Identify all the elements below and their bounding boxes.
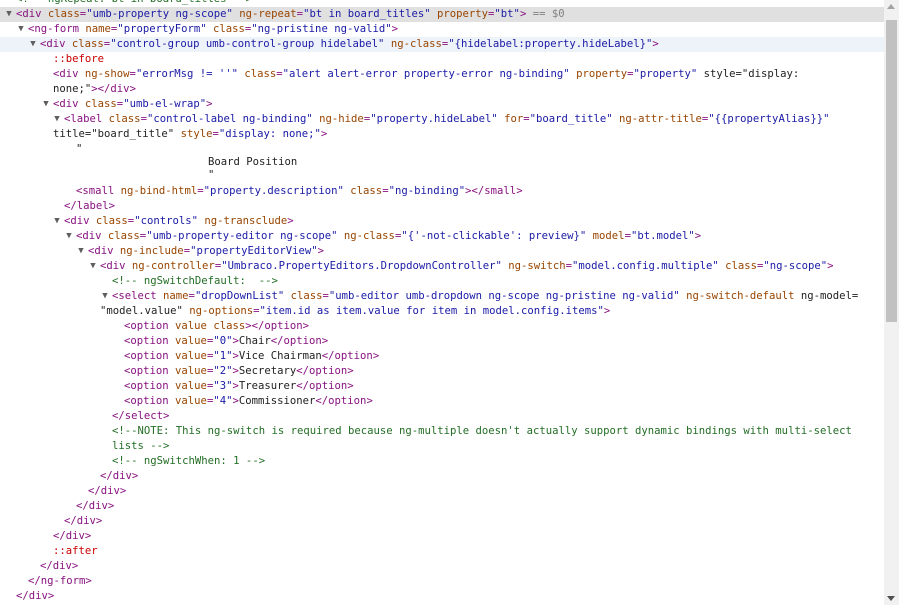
expand-triangle-icon[interactable]: ▼ [100, 289, 110, 304]
scrollbar-thumb[interactable] [886, 20, 897, 322]
dom-node-row[interactable]: <!--NOTE: This ng-switch is required bec… [0, 424, 884, 439]
dom-node-row[interactable]: <option value="4">Commissioner</option> [0, 394, 884, 409]
dom-node-text: </select> [112, 410, 170, 422]
dom-node-text: <!-- ngSwitchDefault: --> [112, 275, 278, 287]
dom-node-text: </div> [88, 485, 127, 497]
dom-node-row[interactable]: ▼ <select name="dropDownList" class="umb-… [0, 289, 884, 304]
dom-node-row[interactable]: <!-- ngSwitchWhen: 1 --> [0, 454, 884, 469]
dom-node-text: </ng-form> [28, 575, 92, 587]
dom-node-row[interactable]: ▼ <div ng-controller="Umbraco.PropertyEdi… [0, 259, 884, 274]
dom-node-row[interactable]: ▼ <div class="control-group umb-control-g… [0, 37, 884, 52]
dom-node-text: <div class="umb-property-editor ng-scope… [76, 230, 702, 242]
dom-node-row[interactable]: "model.value" ng-options="item.id as ite… [0, 304, 884, 319]
dom-node-row[interactable]: <option value="2">Secretary</option> [0, 364, 884, 379]
dom-node-row[interactable]: <option value="1">Vice Chairman</option> [0, 349, 884, 364]
dom-node-text: <div ng-controller="Umbraco.PropertyEdit… [100, 260, 834, 272]
dom-node-text: <ng-form name="propertyForm" class="ng-p… [28, 23, 398, 35]
dom-node-row[interactable]: ▼ <div class="controls" ng-transclude> [0, 214, 884, 229]
dom-node-text: </div> [100, 470, 139, 482]
dom-node-row[interactable]: ▼ <div ng-include="propertyEditorView"> [0, 244, 884, 259]
dom-node-row[interactable]: <div ng-show="errorMsg != ''" class="ale… [0, 67, 884, 82]
dom-node-row[interactable]: </div> [0, 484, 884, 499]
dom-node-text: <!-- ngSwitchWhen: 1 --> [112, 455, 266, 467]
dom-node-row[interactable]: title="board_title" style="display: none… [0, 127, 884, 142]
dom-node-row[interactable]: <!-- ngRepeat: bt in board_titles --> [0, 0, 884, 7]
dom-node-text: <!-- ngRepeat: bt in board_titles --> [16, 0, 252, 7]
dom-node-row[interactable]: ▼ <div class="umb-property ng-scope" ng-r… [0, 7, 884, 22]
dom-node-row[interactable]: </ng-form> [0, 574, 884, 589]
dom-node-text: <small ng-bind-html="property.descriptio… [76, 185, 523, 197]
dom-node-text: <div class="controls" ng-transclude> [64, 215, 294, 227]
dom-node-text: " [208, 169, 215, 181]
dom-node-text: <div class="umb-el-wrap"> [53, 98, 213, 110]
dom-node-text: <option value="3">Treasurer</option> [124, 380, 354, 392]
dom-node-text: ::after [53, 545, 98, 557]
dom-node-row[interactable]: ::after [0, 544, 884, 559]
scroll-down-arrow-icon[interactable] [887, 596, 895, 601]
expand-triangle-icon[interactable]: ▼ [4, 7, 14, 22]
dom-node-row[interactable]: <option value="3">Treasurer</option> [0, 379, 884, 394]
dom-node-text: </div> [64, 515, 103, 527]
dom-node-text: </div> [53, 530, 92, 542]
dom-node-row[interactable]: ::before [0, 52, 884, 67]
dom-node-row[interactable]: </div> [0, 499, 884, 514]
vertical-scrollbar[interactable] [884, 0, 899, 605]
dom-node-row[interactable]: </label> [0, 199, 884, 214]
dom-node-text: <option value="1">Vice Chairman</option> [124, 350, 380, 362]
expand-triangle-icon[interactable]: ▼ [16, 22, 26, 37]
scroll-up-arrow-icon[interactable] [887, 4, 895, 9]
dom-node-row[interactable]: " [0, 168, 884, 183]
dom-node-text: </div> [16, 590, 55, 602]
dom-node-row[interactable]: ▼ <div class="umb-el-wrap"> [0, 97, 884, 112]
dom-node-row[interactable]: </div> [0, 589, 884, 604]
dom-node-text: </label> [64, 200, 116, 212]
dom-node-row[interactable]: </div> [0, 559, 884, 574]
expand-triangle-icon[interactable]: ▼ [28, 37, 38, 52]
dom-node-row[interactable]: <option value class></option> [0, 319, 884, 334]
dom-node-text: title="board_title" style="display: none… [53, 128, 328, 140]
dom-node-text: "model.value" ng-options="item.id as ite… [100, 305, 611, 317]
dom-node-text: </div> [76, 500, 115, 512]
expand-triangle-icon[interactable]: ▼ [88, 259, 98, 274]
expand-triangle-icon[interactable]: ▼ [41, 97, 51, 112]
dom-node-text: <label class="control-label ng-binding" … [64, 113, 830, 125]
dom-node-row[interactable]: ▼ <label class="control-label ng-binding"… [0, 112, 884, 127]
dom-node-row[interactable]: ▼ <ng-form name="propertyForm" class="ng-… [0, 22, 884, 37]
dom-node-text: <div class="control-group umb-control-gr… [40, 38, 659, 50]
dom-node-text: <div class="umb-property ng-scope" ng-re… [16, 8, 565, 20]
dom-node-row[interactable]: </select> [0, 409, 884, 424]
expand-triangle-icon[interactable]: ▼ [64, 229, 74, 244]
dom-node-text: none;"></div> [53, 83, 136, 95]
dom-node-row[interactable]: none;"></div> [0, 82, 884, 97]
expand-triangle-icon[interactable]: ▼ [52, 112, 62, 127]
elements-tree[interactable]: <!-- ngRepeat: bt in board_titles -->▼<d… [0, 0, 884, 605]
dom-node-row[interactable]: </div> [0, 514, 884, 529]
dom-node-row[interactable]: <small ng-bind-html="property.descriptio… [0, 184, 884, 199]
dom-node-text: <option value="2">Secretary</option> [124, 365, 354, 377]
dom-node-text: <div ng-include="propertyEditorView"> [88, 245, 325, 257]
dom-node-text: <select name="dropDownList" class="umb-e… [112, 290, 859, 302]
dom-node-row[interactable]: ▼ <div class="umb-property-editor ng-scop… [0, 229, 884, 244]
dom-node-row[interactable]: </div> [0, 529, 884, 544]
dom-node-row[interactable]: lists --> [0, 439, 884, 454]
dom-node-row[interactable]: </div> [0, 469, 884, 484]
dom-node-text: </div> [40, 560, 79, 572]
expand-triangle-icon[interactable]: ▼ [52, 214, 62, 229]
dom-node-text: lists --> [112, 440, 170, 452]
dom-node-row[interactable]: <!-- ngSwitchDefault: --> [0, 274, 884, 289]
dom-node-text: ::before [53, 53, 105, 65]
dom-node-text: <div ng-show="errorMsg != ''" class="ale… [53, 68, 800, 80]
dom-node-text: <!--NOTE: This ng-switch is required bec… [112, 425, 852, 437]
dom-node-row[interactable]: <option value="0">Chair</option> [0, 334, 884, 349]
expand-triangle-icon[interactable]: ▼ [76, 244, 86, 259]
dom-node-text: <option value class></option> [124, 320, 310, 332]
dom-node-text: <option value="4">Commissioner</option> [124, 395, 373, 407]
dom-node-text: <option value="0">Chair</option> [124, 335, 329, 347]
